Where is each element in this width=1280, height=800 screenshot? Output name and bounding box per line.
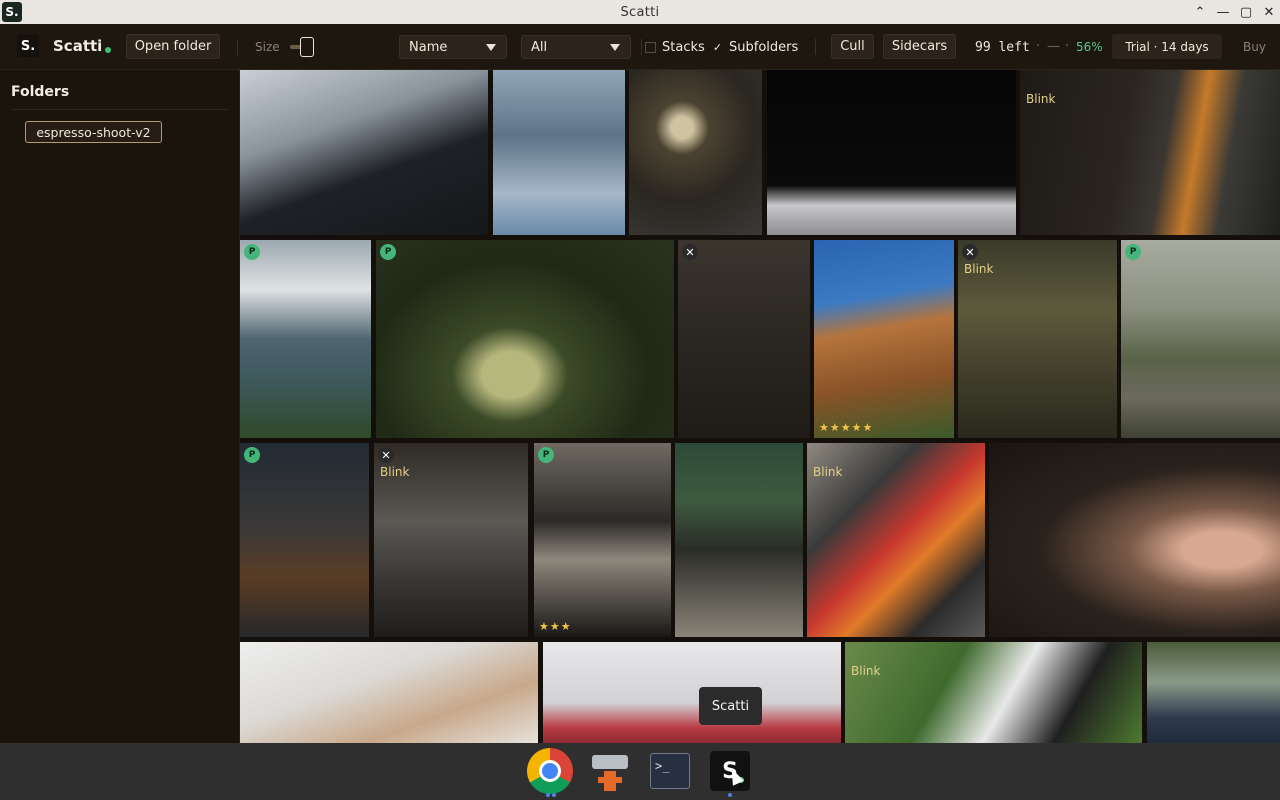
software-logo-top	[592, 755, 628, 769]
tile-forest-cyclist[interactable]: P	[1121, 240, 1280, 438]
tile-bride-bouquet[interactable]	[989, 443, 1280, 637]
chrome-icon[interactable]	[526, 747, 574, 797]
size-slider-knob[interactable]	[300, 37, 314, 57]
tile-coffee-shop-street[interactable]: ✕	[678, 240, 810, 438]
tile-brick-building[interactable]: P	[240, 443, 369, 637]
size-slider[interactable]	[290, 37, 314, 57]
buy-link[interactable]: Buy	[1243, 40, 1266, 54]
folder-item[interactable]: espresso-shoot-v2	[25, 121, 162, 143]
running-indicator	[552, 793, 556, 797]
sort-select[interactable]: Name	[399, 35, 507, 59]
progress-dash: ·	[1065, 39, 1070, 54]
tile-balloons-flowers[interactable]	[543, 642, 841, 743]
tile-y3-jackets[interactable]	[240, 70, 488, 235]
toolbar-divider	[815, 39, 816, 55]
chevron-down-icon	[486, 44, 496, 51]
running-indicator	[728, 793, 732, 797]
toolbar-divider	[237, 39, 238, 55]
sidecars-button[interactable]: Sidecars	[883, 34, 956, 59]
filter-select[interactable]: All	[521, 35, 631, 59]
brand: S. Scatti	[17, 35, 112, 57]
toolbar: S. Scatti Open folder Size Name All Stac…	[0, 24, 1280, 70]
status-dot-icon	[105, 47, 112, 53]
stacks-checkbox[interactable]: Stacks	[645, 40, 705, 55]
stacks-label: Stacks	[662, 40, 705, 55]
tile-wedding-crowd[interactable]	[1147, 642, 1280, 743]
tile-green-porsche[interactable]: P	[376, 240, 674, 438]
blink-label: Blink	[380, 465, 410, 479]
window-minimize-button[interactable]: —	[1212, 0, 1234, 24]
window-close-button[interactable]: ✕	[1258, 0, 1280, 24]
tile-wooden-tower[interactable]: ★★★★★	[814, 240, 954, 438]
brand-name: Scatti	[53, 37, 103, 55]
tile-classic-car-headlight[interactable]	[629, 70, 762, 235]
size-label: Size	[255, 40, 280, 54]
tile-holding-hands-grass[interactable]: Blink	[845, 642, 1142, 743]
window-title: Scatti	[620, 4, 660, 20]
subfolders-checkbox[interactable]: ✓ Subfolders	[712, 40, 798, 55]
window-collapse-button[interactable]: ⌃	[1189, 0, 1211, 24]
blink-label: Blink	[964, 262, 994, 276]
folders-heading: Folders	[11, 84, 70, 100]
chrome-logo	[527, 748, 573, 794]
software-logo-cross-bar	[598, 777, 622, 783]
toolbar-divider	[641, 39, 642, 55]
trial-badge[interactable]: Trial · 14 days	[1112, 34, 1222, 59]
tile-record-player[interactable]: P ★★★	[534, 443, 671, 637]
pick-badge: P	[380, 244, 396, 260]
chevron-down-icon	[610, 44, 620, 51]
tile-fencing[interactable]	[767, 70, 1016, 235]
check-icon[interactable]: ✓	[712, 41, 723, 54]
pick-badge: P	[244, 244, 260, 260]
progress-percent: 56%	[1076, 40, 1103, 54]
pick-badge: P	[538, 447, 554, 463]
gnome-software-icon[interactable]	[586, 747, 634, 795]
filter-select-value: All	[531, 39, 548, 55]
pick-badge: P	[244, 447, 260, 463]
tile-interior-plants[interactable]: ✕ Blink	[958, 240, 1117, 438]
tile-village-street[interactable]	[675, 443, 803, 637]
folders-sidebar: Folders espresso-shoot-v2	[0, 70, 240, 743]
terminal-logo: >_	[650, 753, 690, 789]
stacks-checkbox-box[interactable]	[645, 42, 656, 53]
scatti-logo-icon: S.	[17, 35, 39, 57]
pick-badge: P	[1125, 244, 1141, 260]
remaining-count: 99 left	[975, 40, 1030, 55]
reject-icon: ✕	[962, 244, 978, 260]
dock-tooltip: Scatti	[699, 687, 762, 725]
app-badge-icon: S.	[2, 2, 22, 22]
star-rating: ★★★	[539, 620, 572, 633]
logo-letter: S.	[20, 38, 36, 54]
reject-icon: ✕	[682, 244, 698, 260]
tile-record-store-posters[interactable]: Blink	[807, 443, 985, 637]
open-folder-button[interactable]: Open folder	[126, 34, 220, 59]
software-logo	[592, 751, 628, 791]
tile-lake-mountains[interactable]: P	[240, 240, 371, 438]
tile-wedding-hands[interactable]	[240, 642, 538, 743]
window-titlebar: S. Scatti ⌃ — ▢ ✕	[0, 0, 1280, 24]
tile-street-fashion[interactable]	[493, 70, 625, 235]
taskbar-dock: >_ S	[0, 743, 1280, 800]
progress-dash: ·	[1036, 39, 1041, 54]
window-maximize-button[interactable]: ▢	[1235, 0, 1257, 24]
progress-dash: —	[1047, 39, 1060, 54]
tile-orange-porsche-street[interactable]: Blink	[1020, 70, 1280, 235]
divider	[11, 109, 229, 110]
blink-label: Blink	[1026, 92, 1056, 106]
blink-label: Blink	[813, 465, 843, 479]
subfolders-label: Subfolders	[729, 40, 799, 55]
photo-grid: Blink P P ✕ ★★★★★ ✕ Blink P P ✕ Blink P ★★★ Blink Blin…	[240, 70, 1280, 743]
sort-select-value: Name	[409, 39, 448, 55]
tile-car-garage[interactable]: ✕ Blink	[374, 443, 528, 637]
cull-button[interactable]: Cull	[831, 34, 874, 59]
reject-icon: ✕	[378, 447, 394, 463]
terminal-icon[interactable]: >_	[646, 747, 694, 795]
running-indicator	[546, 793, 550, 797]
star-rating: ★★★★★	[819, 421, 874, 434]
blink-label: Blink	[851, 664, 881, 678]
